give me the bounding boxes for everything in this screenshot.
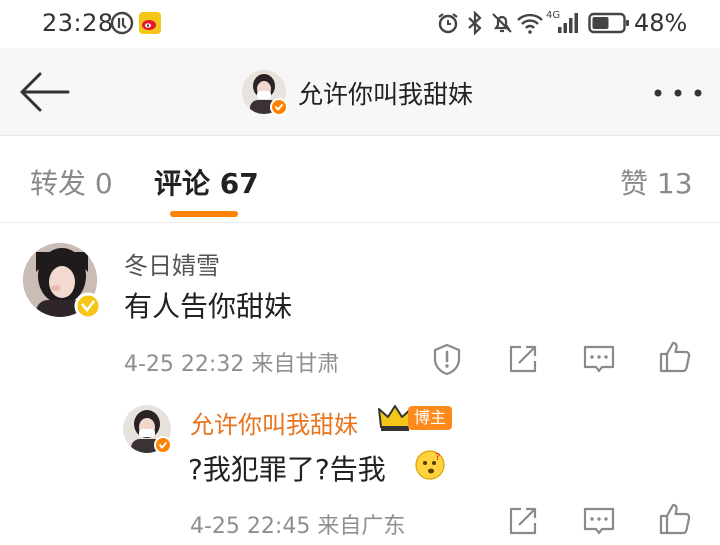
back-arrow-icon[interactable] [16, 70, 72, 114]
reply-author-name[interactable]: 允许你叫我甜妹 [190, 405, 358, 440]
thinking-emoji-icon: ? [415, 450, 445, 480]
svg-text:?: ? [435, 452, 440, 463]
reply-reply-icon[interactable] [582, 504, 616, 538]
reply-share-icon[interactable] [506, 504, 540, 538]
reply-icon[interactable] [582, 342, 616, 376]
crown-icon [378, 405, 412, 431]
tab-comment[interactable]: 评论 67 [154, 162, 259, 202]
more-options-icon[interactable] [646, 78, 706, 108]
status-bar: 23:28 4G 48% [0, 0, 720, 48]
battery-icon [588, 12, 629, 34]
reply-meta: 4-25 22:45 来自广东 [190, 514, 406, 539]
nav-title: 允许你叫我甜妹 [298, 80, 474, 109]
comment-text: 有人告你甜妹 [124, 290, 293, 323]
wifi-icon [517, 13, 543, 34]
commenter-name[interactable]: 冬日婧雪 [124, 246, 220, 281]
report-icon[interactable] [430, 342, 464, 376]
share-icon[interactable] [506, 342, 540, 376]
alarm-icon [438, 13, 458, 34]
sync-icon [110, 11, 134, 35]
reply-like-icon[interactable] [658, 502, 692, 536]
comment-meta: 4-25 22:32 来自甘肃 [124, 352, 340, 377]
commenter-avatar[interactable] [22, 242, 102, 322]
bluetooth-icon [468, 11, 482, 35]
like-icon[interactable] [658, 340, 692, 374]
tab-bar: 转发 0 评论 67 赞 13 [0, 137, 720, 223]
tab-repost[interactable]: 转发 0 [30, 162, 113, 202]
blogger-avatar[interactable] [240, 68, 288, 116]
tab-like[interactable]: 赞 13 [620, 162, 693, 202]
signal-4g-icon [558, 13, 578, 33]
reply-avatar[interactable] [122, 404, 174, 456]
weibo-app-icon [139, 12, 161, 34]
mute-icon [492, 13, 512, 33]
battery-percent: 48% [634, 9, 688, 37]
reply-text: ?我犯罪了?告我 [188, 453, 386, 486]
blogger-badge: 博主 [408, 406, 453, 430]
active-tab-indicator [170, 211, 238, 217]
nav-bar: 允许你叫我甜妹 [0, 48, 720, 136]
status-time: 23:28 [42, 9, 114, 37]
